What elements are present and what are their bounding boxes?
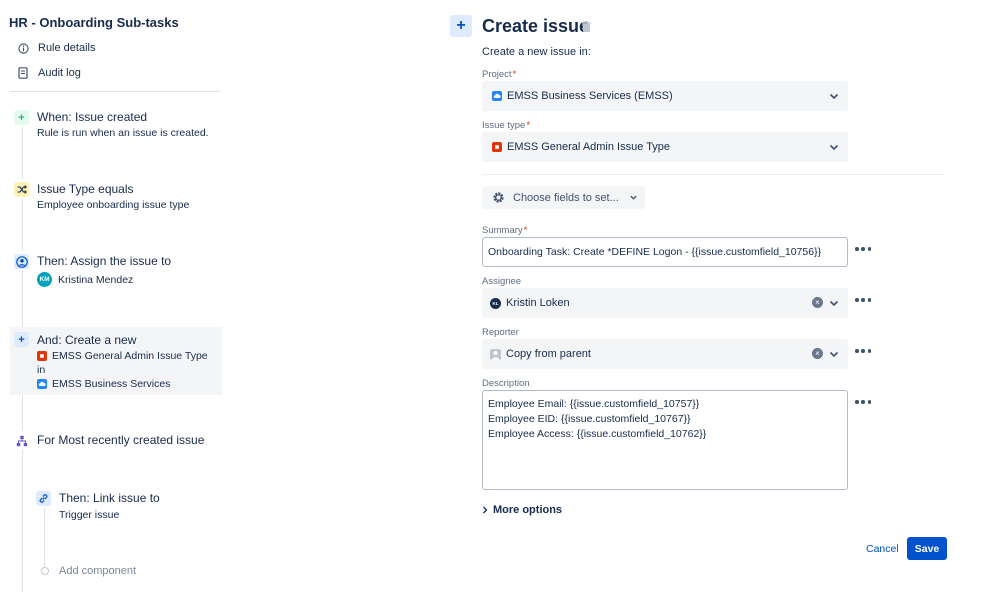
project-select[interactable]: EMSS Business Services (EMSS) <box>482 81 848 111</box>
description-label: Description <box>482 378 530 389</box>
assignee-label: Assignee <box>482 276 522 287</box>
issue-type-name: EMSS General Admin Issue Type <box>52 350 208 362</box>
description-textarea[interactable]: Employee Email: {{issue.customfield_1075… <box>482 390 848 490</box>
assignee-more-icon[interactable] <box>855 296 871 304</box>
issue-type-icon <box>492 142 502 152</box>
clear-icon[interactable]: × <box>812 297 823 308</box>
component-subtitle: Rule is run when an issue is created. <box>37 127 209 139</box>
choose-fields-button[interactable]: Choose fields to set... <box>482 186 645 209</box>
trash-icon[interactable] <box>580 19 592 33</box>
issue-type-value: EMSS General Admin Issue Type <box>507 141 671 153</box>
assignee-row: KM Kristina Mendez <box>37 272 133 287</box>
reporter-value: Copy from parent <box>506 348 591 360</box>
page-title: Create issue <box>482 16 590 36</box>
project-name: EMSS Business Services <box>52 378 171 390</box>
project-value: EMSS Business Services (EMSS) <box>507 90 673 102</box>
summary-input[interactable]: Onboarding Task: Create *DEFINE Logon - … <box>482 237 848 267</box>
plus-icon: + <box>450 15 472 37</box>
audit-log-label: Audit log <box>38 67 81 79</box>
summary-more-icon[interactable] <box>855 245 871 253</box>
issue-type-row: EMSS General Admin Issue Type <box>37 350 208 362</box>
assignee-name: Kristina Mendez <box>58 273 134 286</box>
more-options-toggle[interactable]: More options <box>482 504 562 516</box>
rule-details-link[interactable]: Rule details <box>17 40 95 56</box>
issue-type-select[interactable]: EMSS General Admin Issue Type <box>482 132 848 162</box>
description-more-icon[interactable] <box>855 398 871 406</box>
chevron-right-icon <box>483 506 488 514</box>
timeline-connector <box>22 450 23 592</box>
summary-label: Summary* <box>482 225 528 236</box>
reporter-more-icon[interactable] <box>855 347 871 355</box>
description-line: Employee Email: {{issue.customfield_1075… <box>488 398 700 410</box>
chevron-down-icon <box>630 195 637 200</box>
chevron-down-icon <box>829 351 839 358</box>
save-button[interactable]: Save <box>907 537 947 560</box>
add-component-dot-icon <box>41 567 49 575</box>
connector-text: in <box>37 364 46 376</box>
shuffle-icon <box>14 182 29 197</box>
plus-icon: + <box>14 110 29 125</box>
avatar: KM <box>37 272 52 287</box>
section-divider <box>482 174 944 175</box>
component-title: Issue Type equals <box>37 182 134 196</box>
user-placeholder-icon <box>490 348 501 360</box>
plus-icon: + <box>14 332 29 347</box>
issue-type-icon <box>37 351 47 361</box>
description-line: Employee EID: {{issue.customfield_10767}… <box>488 413 691 425</box>
assignee-select[interactable]: KL Kristin Loken × <box>482 288 848 318</box>
branch-icon <box>14 433 29 448</box>
add-component-button[interactable]: Add component <box>41 565 136 577</box>
component-trigger[interactable]: + When: Issue created Rule is run when a… <box>10 108 222 148</box>
assignee-value: Kristin Loken <box>506 297 570 309</box>
component-assign[interactable]: Then: Assign the issue to KM Kristina Me… <box>10 252 222 294</box>
reporter-select[interactable]: Copy from parent × <box>482 339 848 369</box>
clear-icon[interactable]: × <box>812 348 823 359</box>
rule-title: HR - Onboarding Sub-tasks <box>9 15 179 30</box>
form-intro: Create a new issue in: <box>482 46 591 58</box>
component-condition[interactable]: Issue Type equals Employee onboarding is… <box>10 180 222 220</box>
choose-fields-label: Choose fields to set... <box>513 191 619 204</box>
reporter-label: Reporter <box>482 327 519 338</box>
rule-components-panel: HR - Onboarding Sub-tasks Rule details A… <box>0 0 230 592</box>
component-title: For Most recently created issue <box>37 433 205 447</box>
component-link-issue[interactable]: Then: Link issue to Trigger issue <box>32 489 222 529</box>
avatar: KL <box>490 297 501 309</box>
component-branch[interactable]: For Most recently created issue <box>10 431 222 451</box>
component-title: And: Create a new <box>37 333 137 347</box>
audit-log-link[interactable]: Audit log <box>17 65 81 81</box>
component-title: Then: Link issue to <box>59 491 160 505</box>
component-create-issue[interactable]: + And: Create a new EMSS General Admin I… <box>10 327 222 395</box>
rule-details-label: Rule details <box>38 42 96 54</box>
more-options-label: More options <box>493 504 563 516</box>
nav-divider <box>10 91 221 92</box>
chevron-down-icon <box>829 93 839 100</box>
chevron-down-icon <box>829 144 839 151</box>
gear-icon <box>493 192 504 203</box>
add-component-label: Add component <box>59 565 137 577</box>
create-issue-form: + Create issue Create a new issue in: Pr… <box>440 0 999 592</box>
component-subtitle: Trigger issue <box>59 509 120 521</box>
project-label: Project* <box>482 69 517 80</box>
chevron-down-icon <box>829 300 839 307</box>
project-row: EMSS Business Services <box>37 378 170 390</box>
cloud-icon <box>37 379 47 389</box>
cloud-icon <box>492 91 502 101</box>
timeline-connector <box>22 395 23 431</box>
component-title: When: Issue created <box>37 110 148 124</box>
user-circle-icon <box>14 254 29 269</box>
info-icon <box>17 42 29 54</box>
component-title: Then: Assign the issue to <box>37 254 172 268</box>
description-line: Employee Access: {{issue.customfield_107… <box>488 428 707 440</box>
link-icon <box>36 491 51 506</box>
cancel-button[interactable]: Cancel <box>860 537 905 560</box>
component-subtitle: Employee onboarding issue type <box>37 199 190 211</box>
document-icon <box>17 67 29 79</box>
issue-type-label: Issue type* <box>482 120 531 131</box>
